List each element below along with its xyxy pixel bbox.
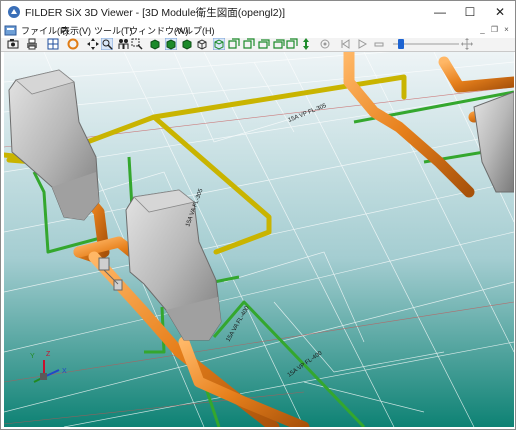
view-cube-front-icon[interactable]	[165, 38, 177, 50]
walkthrough-icon[interactable]	[117, 38, 129, 50]
grid-icon[interactable]	[47, 38, 59, 50]
maximize-button[interactable]: ☐	[455, 1, 485, 23]
document-icon[interactable]	[4, 24, 17, 37]
wireframe-cube-icon[interactable]	[196, 38, 208, 50]
view-left-icon[interactable]	[243, 38, 255, 50]
axis-label-x: X	[62, 368, 67, 375]
pan-icon[interactable]	[87, 38, 99, 50]
3d-scene: 15A VP FL-305 15A VA FL-305 15A VA FL-40…	[4, 52, 514, 427]
view-iso-icon[interactable]	[228, 38, 240, 50]
move-arrows-icon[interactable]	[300, 38, 312, 50]
close-button[interactable]: ✕	[485, 1, 515, 23]
axis-label-y: Y	[30, 353, 35, 360]
menu-help[interactable]: ヘルプ(H)	[175, 24, 215, 37]
mdi-minimize-button[interactable]: _	[477, 24, 488, 35]
3d-viewport[interactable]: 15A VP FL-305 15A VA FL-305 15A VA FL-40…	[4, 52, 514, 427]
mdi-restore-button[interactable]: ❐	[489, 24, 500, 35]
app-window: FILDER SiX 3D Viewer - [3D Module衛生図面(op…	[0, 0, 516, 430]
mdi-close-button[interactable]: ×	[501, 24, 512, 35]
minimize-button[interactable]: —	[425, 1, 455, 23]
print-icon[interactable]	[26, 38, 38, 50]
menu-view[interactable]: 表示(V)	[61, 24, 91, 37]
view-top-icon[interactable]	[213, 38, 225, 50]
record-icon[interactable]	[319, 38, 331, 50]
view-cube-side-icon[interactable]	[181, 38, 193, 50]
axis-label-z: Z	[46, 351, 51, 358]
view-cube-icon[interactable]	[149, 38, 161, 50]
zoom-window-icon[interactable]	[101, 38, 113, 50]
play-icon[interactable]	[356, 38, 368, 50]
animation-slider-thumb[interactable]	[397, 39, 404, 49]
camera-icon[interactable]	[7, 38, 19, 50]
window-title: FILDER SiX 3D Viewer - [3D Module衛生図面(op…	[25, 7, 286, 19]
title-bar[interactable]: FILDER SiX 3D Viewer - [3D Module衛生図面(op…	[1, 1, 515, 23]
menu-bar: ファイル(F) 表示(V) ツール(T) ウィンドウ(W) ヘルプ(H) _ ❐…	[1, 23, 515, 38]
view-bottom-icon[interactable]	[286, 38, 298, 50]
skip-start-icon[interactable]	[339, 38, 351, 50]
menu-tools[interactable]: ツール(T)	[94, 24, 133, 37]
filder-app-icon	[7, 5, 21, 19]
stop-icon[interactable]	[373, 38, 385, 50]
view-back-icon[interactable]	[273, 38, 285, 50]
move-icon[interactable]	[461, 38, 473, 50]
orbit-icon[interactable]	[67, 38, 79, 50]
viewport-background	[4, 52, 514, 427]
zoom-select-icon[interactable]	[131, 38, 143, 50]
view-right-icon[interactable]	[258, 38, 270, 50]
toolbar	[1, 38, 515, 52]
